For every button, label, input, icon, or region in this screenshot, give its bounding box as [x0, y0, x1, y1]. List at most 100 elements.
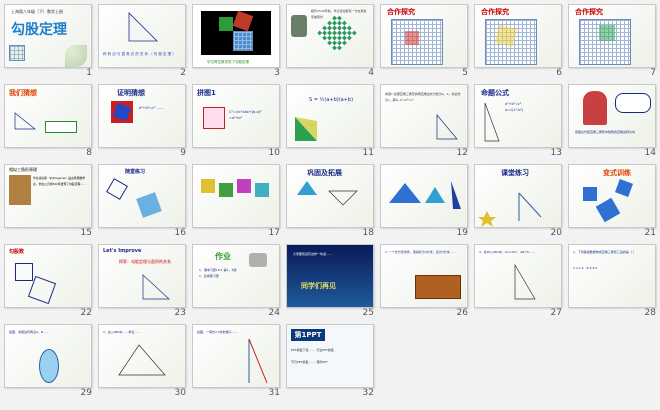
slide-label: 随堂练习	[125, 169, 146, 175]
slide-cell: 巩固及拓展 18	[284, 162, 378, 240]
slide-cell: 上海版八年级（下）数学上册 勾股定理 1	[2, 2, 96, 80]
slide-number: 5	[462, 68, 468, 78]
slide-thumbnail-28[interactable]: 1、下列各组数能构成直角三角形三边的是（ ） A 1,1,2 B 3,4,5	[568, 244, 656, 308]
slide-label: 勾股数	[9, 249, 25, 255]
slide-number: 10	[268, 148, 280, 158]
slide-cell: 2、在△ABC中……求证…… 30	[96, 322, 190, 400]
slide-number: 21	[644, 228, 656, 238]
slide-thumbnail-26[interactable]: 1. 一个长方形零件，量得长为4分米，宽为3分米……	[380, 244, 468, 308]
slide-caption: 称 斜 边 与 直 角 边 的 关 系 （ 勾 股 定 理 ）	[103, 52, 176, 56]
slide-thumbnail-4[interactable]: 相传2500年前，毕达哥拉斯有一次在朋友家做客时	[286, 4, 374, 68]
slide-thumbnail-24[interactable]: 作业 1、课本习题18.1 第2，3题 2、完成练习册	[192, 244, 280, 308]
slide-number: 3	[274, 68, 280, 78]
slide-thumbnail-2[interactable]: 称 斜 边 与 直 角 边 的 关 系 （ 勾 股 定 理 ）	[98, 4, 186, 68]
slide-cell: 拼图1 C²=4×½ab+(b-a)² =a²+b² 10	[190, 82, 284, 160]
slide-thumbnail-1[interactable]: 上海版八年级（下）数学上册 勾股定理	[4, 4, 92, 68]
slide-number: 26	[456, 308, 468, 318]
slide-number: 32	[362, 388, 374, 398]
slide-number: 18	[362, 228, 374, 238]
slide-thumbnail-27[interactable]: 3、在Rt△ABC中，∠C=90°，AB=5……	[474, 244, 562, 308]
slide-number: 15	[80, 228, 92, 238]
slide-thumbnail-20[interactable]: 课堂练习	[474, 164, 562, 228]
slide-thumbnail-14[interactable]: 我国古代把直角三角形中较短的直角边称为勾	[568, 84, 656, 148]
slide-thumbnail-9[interactable]: 证明猜想 a²+b²=c² ……	[98, 84, 186, 148]
slide-thumbnail-21[interactable]: 变式训练	[568, 164, 656, 228]
slide-number: 31	[268, 388, 280, 398]
slide-thumbnail-18[interactable]: 巩固及拓展	[286, 164, 374, 228]
slide-thumbnail-22[interactable]: 勾股数	[4, 244, 92, 308]
slide-cell: 第1PPT PPT模板下载 …… 行业PPT模板 节日PPT模板 …… 课件PP…	[284, 322, 378, 400]
slide-number: 30	[174, 388, 186, 398]
slide-cell: 大家都知道有这样一句话…… 同学们再见 25	[284, 242, 378, 320]
slide-number: 16	[174, 228, 186, 238]
slide-thumbnail-10[interactable]: 拼图1 C²=4×½ab+(b-a)² =a²+b²	[192, 84, 280, 148]
slide-number: 4	[368, 68, 374, 78]
slide-cell: 相传2500年前，毕达哥拉斯有一次在朋友家做客时 4	[284, 2, 378, 80]
slide-number: 17	[268, 228, 280, 238]
slide-thumbnail-23[interactable]: Let's Improve 探索：勾股定理与面积的关系	[98, 244, 186, 308]
slide-thumbnail-12[interactable]: 命题1 如果直角三角形的两直角边长分别为a，b，斜边长为c，那么 a²+b²=c…	[380, 84, 468, 148]
triangle-figure	[128, 12, 158, 42]
slide-thumbnail-16[interactable]: 随堂练习	[98, 164, 186, 228]
slide-cell: 我国古代把直角三角形中较短的直角边称为勾 14	[566, 82, 660, 160]
slide-thumbnail-8[interactable]: 我们猜想	[4, 84, 92, 148]
slide-thumbnail-31[interactable]: 如图，一架长2.5米的梯子……	[192, 324, 280, 388]
slide-label: 合作探究	[481, 8, 509, 16]
slide-number: 9	[180, 148, 186, 158]
slide-label: 作业	[215, 252, 231, 261]
slide-number: 11	[362, 148, 374, 158]
slide-cell: 17	[190, 162, 284, 240]
slide-thumbnail-25[interactable]: 大家都知道有这样一句话…… 同学们再见	[286, 244, 374, 308]
slide-number: 27	[550, 308, 562, 318]
slide-cell: 我们猜想 8	[2, 82, 96, 160]
slide-thumbnail-13[interactable]: 命题公式 a²+b²=c² a=√(c²-b²)	[474, 84, 562, 148]
slide-number: 1	[86, 68, 92, 78]
slide-thumbnail-5[interactable]: 合作探究	[380, 4, 468, 68]
slide-number: 13	[550, 148, 562, 158]
slide-cell: 1. 一个长方形零件，量得长为4分米，宽为3分米…… 26	[378, 242, 472, 320]
slide-cell: 勾股数 22	[2, 242, 96, 320]
slide-thumbnail-15[interactable]: 相似三角形原理 毕达哥拉斯（Pythagoras）是古希腊数学家，他在公元前50…	[4, 164, 92, 228]
slide-cell: 命题1 如果直角三角形的两直角边长分别为a，b，斜边长为c，那么 a²+b²=c…	[378, 82, 472, 160]
slide-cell: 毕达哥拉斯发现了勾股定理 3	[190, 2, 284, 80]
slide-number: 8	[86, 148, 92, 158]
slide-cell: S = ½(a+b)(a+b) 11	[284, 82, 378, 160]
slide-text: 同学们再见	[301, 282, 336, 290]
slide-cell: 合作探究 7	[566, 2, 660, 80]
slide-cell: 如图，池塘边有两点A，B…… 29	[2, 322, 96, 400]
slide-number: 6	[556, 68, 562, 78]
slide-thumbnail-17[interactable]	[192, 164, 280, 228]
slide-subtitle: 上海版八年级（下）数学上册	[11, 9, 63, 14]
slide-cell: 相似三角形原理 毕达哥拉斯（Pythagoras）是古希腊数学家，他在公元前50…	[2, 162, 96, 240]
slide-cell: 课堂练习 20	[472, 162, 566, 240]
slide-thumbnail-3[interactable]: 毕达哥拉斯发现了勾股定理	[192, 4, 280, 68]
slide-sorter-grid: 上海版八年级（下）数学上册 勾股定理 1 称 斜 边 与 直 角 边 的 关 系…	[2, 2, 658, 408]
slide-thumbnail-19[interactable]	[380, 164, 468, 228]
slide-cell: 3、在Rt△ABC中，∠C=90°，AB=5…… 27	[472, 242, 566, 320]
slide-number: 23	[174, 308, 186, 318]
slide-cell: 称 斜 边 与 直 角 边 的 关 系 （ 勾 股 定 理 ） 2	[96, 2, 190, 80]
slide-label: 证明猜想	[117, 89, 145, 97]
slide-number: 14	[644, 148, 656, 158]
slide-label: 变式训练	[603, 169, 631, 177]
slide-cell: 如图，一架长2.5米的梯子…… 31	[190, 322, 284, 400]
slide-thumbnail-30[interactable]: 2、在△ABC中……求证……	[98, 324, 186, 388]
slide-number: 25	[362, 308, 374, 318]
slide-number: 20	[550, 228, 562, 238]
slide-thumbnail-7[interactable]: 合作探究	[568, 4, 656, 68]
slide-cell: 合作探究 5	[378, 2, 472, 80]
slide-cell: 19	[378, 162, 472, 240]
slide-cell: 作业 1、课本习题18.1 第2，3题 2、完成练习册 24	[190, 242, 284, 320]
slide-number: 7	[650, 68, 656, 78]
slide-number: 12	[456, 148, 468, 158]
brand-logo: 第1PPT	[291, 329, 325, 341]
slide-cell: 合作探究 6	[472, 2, 566, 80]
slide-thumbnail-6[interactable]: 合作探究	[474, 4, 562, 68]
slide-number: 24	[268, 308, 280, 318]
slide-cell: 随堂练习 16	[96, 162, 190, 240]
slide-thumbnail-29[interactable]: 如图，池塘边有两点A，B……	[4, 324, 92, 388]
slide-thumbnail-11[interactable]: S = ½(a+b)(a+b)	[286, 84, 374, 148]
slide-thumbnail-32[interactable]: 第1PPT PPT模板下载 …… 行业PPT模板 节日PPT模板 …… 课件PP…	[286, 324, 374, 388]
slide-heading: 相似三角形原理	[9, 167, 37, 172]
slide-number: 28	[644, 308, 656, 318]
